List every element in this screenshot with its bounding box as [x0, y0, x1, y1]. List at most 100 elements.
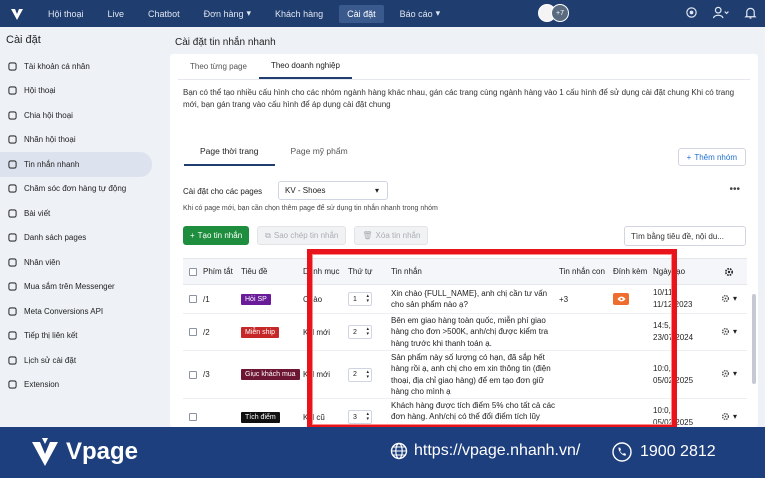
row-checkbox[interactable] [189, 328, 197, 336]
sidebar-item-label: Hội thoại [24, 86, 56, 96]
pages-icon [7, 233, 17, 243]
support-icon[interactable] [685, 6, 698, 21]
meta-icon [7, 306, 17, 316]
bell-icon[interactable] [744, 6, 757, 22]
avatar-count: +7 [551, 4, 569, 22]
create-message-button[interactable]: + Tạo tin nhắn [183, 226, 250, 245]
sidebar-item[interactable]: Chia hội thoại [0, 103, 162, 128]
sidebar-item-label: Chia hội thoại [24, 110, 73, 120]
add-group-button[interactable]: + Thêm nhóm [677, 148, 746, 166]
messenger-icon [7, 282, 17, 292]
vpage-logo-icon [32, 438, 58, 466]
title-tag: Giục khách mua [241, 369, 300, 380]
link-icon [7, 331, 17, 341]
pages-select[interactable]: KV - Shoes ▾ [278, 181, 388, 200]
nav-bao-cao[interactable]: Báo cáo ▾ [388, 0, 453, 27]
app-logo-icon[interactable] [8, 5, 26, 23]
history-icon [7, 355, 17, 365]
row-checkbox[interactable] [189, 413, 197, 421]
delete-message-button[interactable]: 🗑 Xóa tin nhắn [354, 226, 429, 245]
post-icon [7, 208, 17, 218]
select-all-checkbox[interactable] [189, 267, 197, 276]
header-tieu-de: Tiêu đề [241, 267, 268, 276]
more-options-icon[interactable]: ••• [729, 184, 740, 195]
tab-theo-tung-page[interactable]: Theo từng page [178, 54, 259, 79]
row-actions[interactable]: ▾ [711, 412, 747, 423]
chevron-down-icon: ▾ [732, 326, 737, 336]
tab-page-thoi-trang[interactable]: Page thời trang [184, 146, 275, 166]
sidebar-item[interactable]: Chăm sóc đơn hàng tự động [0, 177, 162, 202]
sidebar-item[interactable]: Lịch sử cài đặt [0, 348, 162, 373]
search-input[interactable]: Tìm bằng tiêu đề, nội du... [624, 226, 746, 246]
highlight-box-inner [312, 254, 672, 425]
column-settings-icon[interactable] [711, 267, 747, 277]
sidebar-item-label: Meta Conversions API [24, 306, 104, 316]
chevron-down-icon: ▾ [732, 411, 737, 421]
page-avatars[interactable]: +7 [538, 4, 569, 22]
row-actions[interactable]: ▾ [711, 294, 747, 305]
chevron-down-icon: ▾ [732, 369, 737, 378]
chevron-down-icon: ▾ [435, 8, 441, 18]
shortcut-cell: /3 [203, 370, 210, 379]
message-icon [7, 159, 17, 169]
plus-icon: + [190, 231, 195, 240]
nav-chatbot[interactable]: Chatbot [136, 0, 192, 27]
nav-live[interactable]: Live [96, 0, 137, 27]
copy-icon: ⧉ [265, 230, 271, 240]
nav-khach-hang[interactable]: Khách hàng [263, 0, 335, 27]
footer-phone[interactable]: 1900 2812 [612, 442, 716, 462]
copy-message-button[interactable]: ⧉ Sao chép tin nhắn [257, 226, 347, 245]
sidebar-item[interactable]: Danh sách pages [0, 226, 162, 251]
sidebar-item-label: Lịch sử cài đặt [24, 355, 77, 365]
footer-banner: Vpage https://vpage.nhanh.vn/ 1900 2812 [0, 427, 765, 478]
chevron-down-icon: ▾ [732, 293, 737, 303]
sidebar-item-label: Tiếp thị liên kết [24, 331, 78, 341]
toolbar: + Tạo tin nhắn ⧉ Sao chép tin nhắn 🗑 Xóa… [183, 226, 429, 245]
sidebar-item-label: Tin nhắn nhanh [24, 159, 80, 169]
sidebar-item[interactable]: Nhân viên [0, 250, 162, 275]
sidebar-item-label: Bài viết [24, 208, 51, 218]
row-actions[interactable]: ▾ [711, 369, 747, 380]
sidebar-item-label: Nhân viên [24, 257, 61, 267]
nav-cai-dat[interactable]: Cài đặt [339, 4, 384, 23]
gear-icon[interactable] [721, 327, 730, 338]
gear-icon[interactable] [721, 294, 730, 305]
description-text: Bạn có thể tạo nhiều cấu hình cho các nh… [183, 88, 735, 109]
pages-label: Cài đặt cho các pages [183, 187, 263, 196]
nav-hoi-thoai[interactable]: Hội thoại [36, 0, 96, 27]
sidebar-item[interactable]: Bài viết [0, 201, 162, 226]
sidebar-item-label: Chăm sóc đơn hàng tự động [24, 184, 127, 194]
tag-icon [7, 135, 17, 145]
title-tag: Miễn ship [241, 326, 279, 338]
nav-don-hang[interactable]: Đơn hàng ▾ [192, 0, 263, 27]
shortcut-cell: /2 [203, 327, 210, 337]
gear-icon[interactable] [721, 412, 730, 423]
sidebar-item[interactable]: Nhãn hội thoại [0, 128, 162, 153]
user-menu-icon[interactable] [712, 6, 730, 21]
trash-icon: 🗑 [362, 231, 373, 240]
sidebar-item[interactable]: Tin nhắn nhanh [0, 152, 152, 177]
sidebar-item[interactable]: Meta Conversions API [0, 299, 162, 324]
gear-icon[interactable] [721, 369, 730, 380]
brand-name: Vpage [66, 438, 139, 465]
row-actions[interactable]: ▾ [711, 327, 747, 338]
sidebar-item[interactable]: Mua sắm trên Messenger [0, 275, 162, 300]
row-checkbox[interactable] [189, 370, 197, 379]
chat-icon [7, 86, 17, 96]
tab-theo-doanh-nghiep[interactable]: Theo doanh nghiệp [258, 54, 352, 79]
sidebar-item[interactable]: Tiếp thị liên kết [0, 324, 162, 349]
sidebar-item[interactable]: Extension [0, 373, 162, 398]
sidebar-item[interactable]: Tài khoản cá nhân [0, 54, 162, 79]
sidebar-title: Cài đặt [6, 34, 41, 46]
cart-icon [7, 184, 17, 194]
table-scrollbar[interactable] [752, 294, 756, 384]
chevron-down-icon: ▾ [246, 8, 252, 18]
sidebar-item-label: Extension [24, 380, 60, 390]
tab-page-my-pham[interactable]: Page mỹ phẩm [275, 146, 364, 166]
sidebar-item[interactable]: Hội thoại [0, 79, 162, 104]
sidebar-item-label: Danh sách pages [24, 233, 87, 243]
footer-website[interactable]: https://vpage.nhanh.vn/ [390, 442, 580, 460]
page-title: Cài đặt tin nhắn nhanh [175, 37, 276, 48]
user-icon [7, 61, 17, 71]
row-checkbox[interactable] [189, 295, 197, 303]
